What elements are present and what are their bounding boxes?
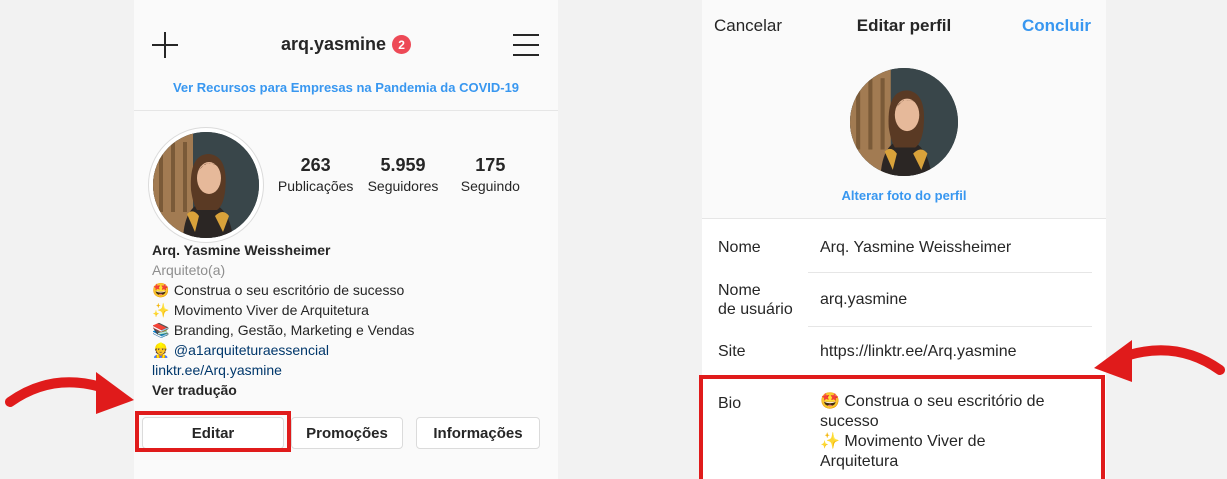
stat-posts[interactable]: 263 Publicações bbox=[272, 155, 359, 194]
bio-line: 🤩 Construa o seu escritório de sucesso bbox=[152, 280, 552, 300]
stat-followers[interactable]: 5.959 Seguidores bbox=[359, 155, 446, 194]
profile-screen: arq.yasmine 2 Ver Recursos para Empresas… bbox=[134, 0, 558, 479]
username-label-line: Nome bbox=[718, 282, 761, 299]
plus-icon[interactable] bbox=[152, 32, 178, 58]
stat-label: Seguindo bbox=[460, 178, 520, 194]
info-button[interactable]: Informações bbox=[416, 417, 540, 449]
highlight-box-bio bbox=[699, 375, 1105, 479]
bio-text: Movimento Viver de Arquitetura bbox=[173, 302, 369, 318]
bio-line: 📚 Branding, Gestão, Marketing e Vendas bbox=[152, 320, 552, 340]
stat-value: 5.959 bbox=[380, 155, 426, 175]
username-field[interactable]: arq.yasmine bbox=[820, 290, 907, 309]
stat-label: Seguidores bbox=[367, 178, 439, 194]
profile-photo bbox=[153, 132, 259, 238]
curved-arrow-icon bbox=[1094, 340, 1225, 382]
profile-display-name: Arq. Yasmine Weissheimer bbox=[152, 242, 331, 258]
sparkles-icon: ✨ bbox=[152, 302, 170, 318]
account-switcher[interactable]: arq.yasmine 2 bbox=[281, 34, 412, 55]
divider bbox=[808, 326, 1092, 327]
stat-value: 175 bbox=[475, 155, 506, 175]
promotions-button[interactable]: Promoções bbox=[291, 417, 403, 449]
done-button[interactable]: Concluir bbox=[1022, 16, 1091, 36]
covid-banner-link[interactable]: Ver Recursos para Empresas na Pandemia d… bbox=[134, 80, 558, 95]
profile-photo-section: Alterar foto do perfil bbox=[702, 50, 1106, 218]
profile-bio: Arq. Yasmine Weissheimer Arquiteto(a) 🤩 … bbox=[152, 240, 552, 400]
profile-avatar[interactable] bbox=[850, 68, 958, 176]
menu-icon[interactable] bbox=[513, 34, 539, 56]
divider bbox=[808, 272, 1092, 273]
change-photo-link[interactable]: Alterar foto do perfil bbox=[702, 188, 1106, 203]
edit-profile-header: Editar perfil Cancelar Concluir bbox=[702, 0, 1106, 50]
site-label: Site bbox=[718, 343, 746, 360]
bio-line: 👷 @a1arquiteturaessencial bbox=[152, 340, 552, 360]
profile-photo bbox=[850, 68, 958, 176]
mention-link[interactable]: @a1arquiteturaessencial bbox=[174, 342, 329, 358]
highlight-box-edit bbox=[135, 411, 291, 452]
cancel-button[interactable]: Cancelar bbox=[714, 16, 782, 36]
site-field[interactable]: https://linktr.ee/Arq.yasmine bbox=[820, 342, 1017, 361]
stat-following[interactable]: 175 Seguindo bbox=[447, 155, 534, 194]
divider bbox=[134, 110, 558, 111]
bio-text: Branding, Gestão, Marketing e Vendas bbox=[173, 322, 415, 338]
profile-avatar[interactable] bbox=[148, 127, 264, 243]
username-label: Nome de usuário bbox=[718, 281, 793, 319]
profile-username: arq.yasmine bbox=[281, 34, 387, 54]
name-label: Nome bbox=[718, 239, 761, 256]
name-field[interactable]: Arq. Yasmine Weissheimer bbox=[820, 238, 1011, 257]
stat-value: 263 bbox=[300, 155, 331, 175]
notification-badge: 2 bbox=[392, 35, 412, 54]
worker-icon: 👷 bbox=[152, 342, 170, 358]
profile-header: arq.yasmine 2 bbox=[134, 0, 558, 72]
username-label-line: de usuário bbox=[718, 301, 793, 318]
stat-label: Publicações bbox=[277, 178, 354, 194]
profile-stats: 263 Publicações 5.959 Seguidores 175 Seg… bbox=[272, 155, 534, 194]
emoji-icon: 🤩 bbox=[152, 282, 170, 298]
divider bbox=[702, 218, 1106, 219]
bio-line: ✨ Movimento Viver de Arquitetura bbox=[152, 300, 552, 320]
curved-arrow-icon bbox=[5, 372, 134, 414]
bio-text: Construa o seu escritório de sucesso bbox=[173, 282, 405, 298]
see-translation-link[interactable]: Ver tradução bbox=[152, 380, 552, 400]
books-icon: 📚 bbox=[152, 322, 170, 338]
profile-category: Arquiteto(a) bbox=[152, 262, 226, 278]
profile-website-link[interactable]: linktr.ee/Arq.yasmine bbox=[152, 360, 552, 380]
